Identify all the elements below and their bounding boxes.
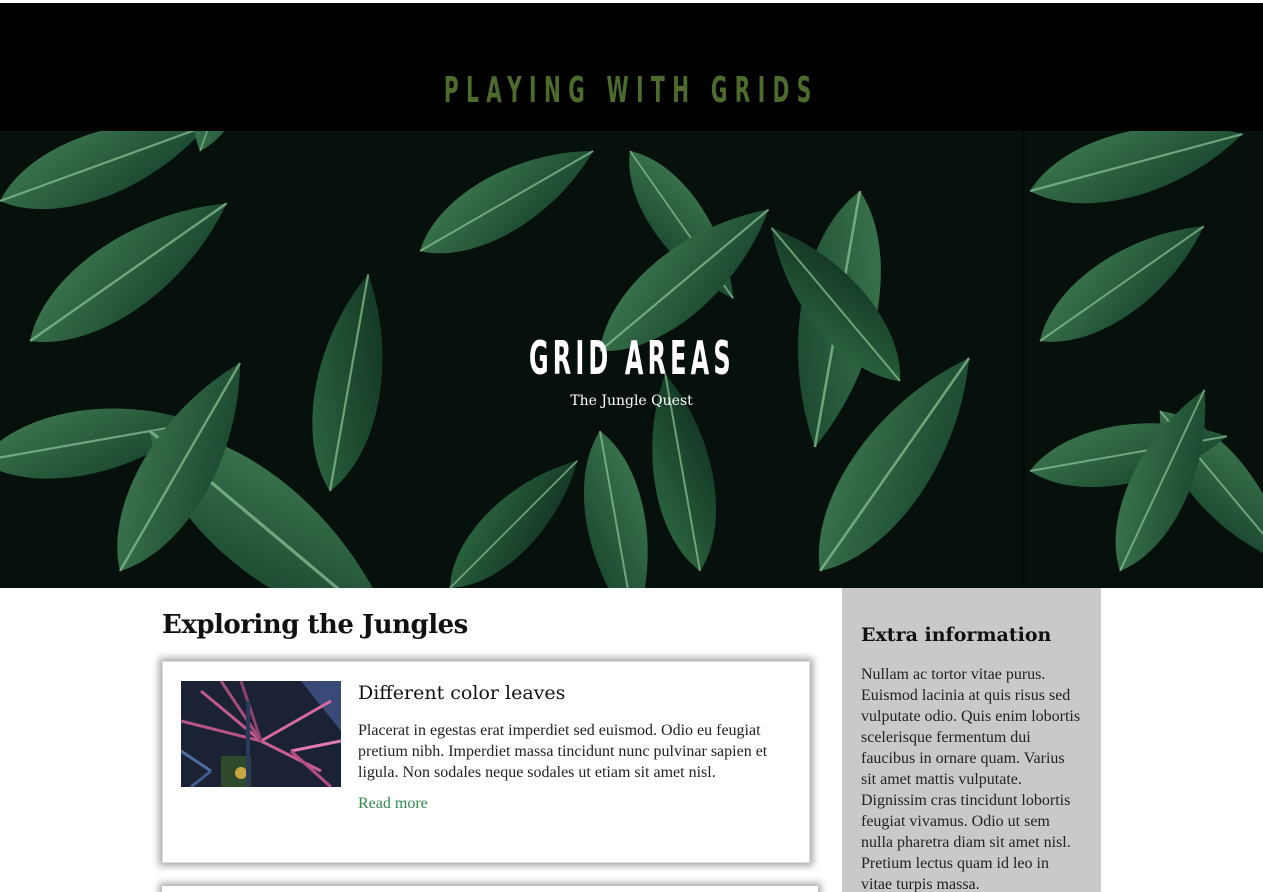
section-title: Exploring the Jungles: [162, 610, 468, 640]
card-title: Different color leaves: [358, 682, 566, 704]
sidebar-title: Extra information: [861, 624, 1052, 646]
hero-banner: GRID AREAS The Jungle Quest: [0, 131, 1263, 588]
colorful-leaves-image: [181, 681, 341, 787]
read-more-link[interactable]: Read more: [358, 795, 428, 813]
site-header: PLAYING WITH GRIDS: [0, 3, 1263, 131]
card-thumbnail: [181, 681, 341, 787]
card-body: Different color leaves Placerat in egest…: [358, 682, 788, 813]
sidebar-text: Nullam ac tortor vitae purus. Euismod la…: [861, 666, 1081, 892]
hero-text: GRID AREAS The Jungle Quest: [0, 331, 1263, 409]
hero-title: GRID AREAS: [528, 331, 735, 385]
sidebar-extra-info: Extra information Nullam ac tortor vitae…: [842, 588, 1101, 892]
next-article-card: [162, 886, 818, 892]
site-title: PLAYING WITH GRIDS: [444, 70, 819, 111]
article-card: Different color leaves Placerat in egest…: [162, 661, 810, 863]
hero-subtitle: The Jungle Quest: [570, 393, 693, 409]
main-content: Exploring the Jungles Different color le…: [162, 588, 822, 892]
card-text: Placerat in egestas erat imperdiet sed e…: [358, 722, 768, 781]
